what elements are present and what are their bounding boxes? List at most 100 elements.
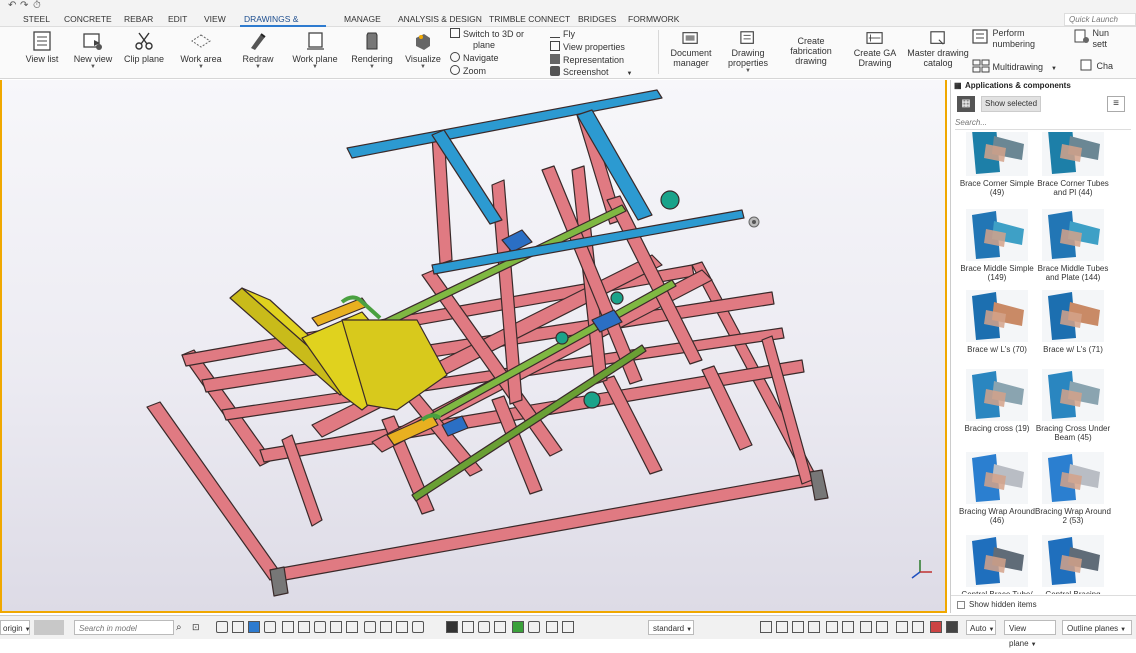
auto-select[interactable]: Auto ▼ — [966, 620, 996, 635]
toolbar-check-link-icon[interactable] — [494, 621, 506, 633]
tab-formwork[interactable]: FORMWORK — [628, 12, 679, 27]
work-plane-button[interactable]: Work plane ▼ — [290, 30, 340, 70]
toolbar-grid-hash-icon[interactable] — [330, 621, 342, 633]
status-sigma-icon[interactable] — [896, 621, 908, 633]
snap-toggle[interactable] — [34, 620, 64, 635]
model-view-3d[interactable] — [0, 80, 947, 613]
component-tile[interactable]: Bracing cross (19) — [959, 369, 1035, 433]
drawing-properties-button[interactable]: Drawing properties ▼ — [724, 30, 772, 74]
component-tile[interactable]: Brace w/ L's (70) — [959, 290, 1035, 354]
status-square-dark2-icon[interactable] — [946, 621, 958, 633]
component-tile[interactable]: Brace Corner Tubes and Pl (44) — [1035, 132, 1111, 197]
show-selected-button[interactable]: Show selected — [981, 96, 1041, 112]
visualize-button[interactable]: Visualize ▼ — [403, 30, 443, 70]
redo-icon[interactable]: ↷ — [20, 0, 28, 12]
title-bar: ↶ ↷ ⏱ — [0, 0, 1136, 12]
status-square-red-icon[interactable] — [930, 621, 942, 633]
origin-select[interactable]: origin ▼ — [0, 620, 31, 635]
fly-button[interactable]: Fly — [550, 28, 575, 40]
checkbox-icon[interactable] — [957, 601, 965, 609]
toolbar-circle-half-icon[interactable] — [314, 621, 326, 633]
status-triangle-2-icon[interactable] — [842, 621, 854, 633]
status-triangle-outline-icon[interactable] — [808, 621, 820, 633]
tab-drawings-reports[interactable]: DRAWINGS & REPORTS — [240, 12, 326, 39]
perform-numbering-button[interactable]: Perform numbering — [972, 28, 1035, 50]
toolbar-ring-icon[interactable] — [478, 621, 490, 633]
status-snap-a-icon[interactable] — [760, 621, 772, 633]
status-cross-icon[interactable] — [826, 621, 838, 633]
toolbar-square-blue-icon[interactable] — [248, 621, 260, 633]
tab-view[interactable]: VIEW — [200, 12, 230, 27]
component-tile[interactable]: Bracing Cross Under Beam (45) — [1035, 369, 1111, 442]
component-tile[interactable]: Brace Middle Tubes and Plate (144) — [1035, 209, 1111, 282]
selection-filter-select[interactable]: standard ▼ — [648, 620, 694, 635]
redraw-button[interactable]: Redraw ▼ — [240, 30, 276, 70]
create-fabrication-drawing-button[interactable]: Create fabrication drawing — [784, 36, 838, 66]
master-drawing-catalog-button[interactable]: Master drawing catalog — [906, 30, 970, 68]
document-manager-button[interactable]: Document manager — [666, 30, 716, 68]
zoom-selection-icon[interactable]: ⊡ — [192, 620, 200, 635]
search-icon[interactable]: ⌕ — [176, 620, 182, 635]
tab-analysis-design[interactable]: ANALYSIS & DESIGN — [398, 12, 482, 27]
zoom-button[interactable]: Zoom — [450, 65, 486, 77]
toolbar-pointer-icon[interactable] — [216, 621, 228, 633]
tab-concrete[interactable]: CONCRETE — [64, 12, 112, 27]
history-icon[interactable]: ⏱ — [33, 0, 41, 12]
toolbar-rotate-icon[interactable] — [346, 621, 358, 633]
component-search-input[interactable]: Search... — [955, 118, 1131, 130]
status-snap-b-icon[interactable] — [776, 621, 788, 633]
rendering-button[interactable]: Rendering ▼ — [350, 30, 394, 70]
component-tile[interactable]: Central Bracing — [1035, 535, 1111, 594]
toolbar-line-icon[interactable] — [298, 621, 310, 633]
toolbar-brush-icon[interactable] — [396, 621, 408, 633]
new-view-button[interactable]: New view ▼ — [72, 30, 114, 70]
toolbar-check-green-icon[interactable] — [512, 621, 524, 633]
toolbar-grid-icon[interactable] — [264, 621, 276, 633]
toolbar-link-icon[interactable] — [562, 621, 574, 633]
tab-bridges[interactable]: BRIDGES — [578, 12, 616, 27]
toolbar-rows-icon[interactable] — [380, 621, 392, 633]
toolbar-lock-link-icon[interactable] — [546, 621, 558, 633]
status-dim-icon[interactable] — [860, 621, 872, 633]
toolbar-square-dark-icon[interactable] — [446, 621, 458, 633]
status-circle-icon[interactable] — [792, 621, 804, 633]
toolbar-grid-small-icon[interactable] — [528, 621, 540, 633]
tile-view-icon[interactable]: ▦ — [957, 96, 975, 112]
component-tile[interactable]: Bracing Wrap Around (46) — [959, 452, 1035, 525]
toolbar-grid-dense-icon[interactable] — [282, 621, 294, 633]
component-tile[interactable]: Central Brace Tube/ — [959, 535, 1035, 594]
toolbar-arc-icon[interactable] — [462, 621, 474, 633]
navigate-button[interactable]: Navigate — [450, 52, 499, 64]
component-tile[interactable]: Brace Middle Simple (149) — [959, 209, 1035, 282]
component-tile[interactable]: Bracing Wrap Around 2 (53) — [1035, 452, 1111, 525]
component-tile[interactable]: Brace Corner Simple (49) — [959, 132, 1035, 197]
tab-edit[interactable]: EDIT — [168, 12, 187, 27]
list-menu-icon[interactable]: ≡ — [1107, 96, 1125, 112]
tab-rebar[interactable]: REBAR — [124, 12, 153, 27]
show-hidden-items-checkbox[interactable]: Show hidden items — [951, 595, 1136, 613]
numbering-settings-button[interactable]: Nun sett — [1074, 28, 1109, 50]
work-area-button[interactable]: Work area ▼ — [178, 30, 224, 70]
component-tile[interactable]: Brace w/ L's (71) — [1035, 290, 1111, 354]
screenshot-button[interactable]: Screenshot ▼ — [550, 66, 632, 78]
view-list-button[interactable]: View list — [24, 30, 60, 64]
toolbar-triangle-icon[interactable] — [232, 621, 244, 633]
view-properties-button[interactable]: View properties — [550, 41, 625, 53]
status-dim-2-icon[interactable] — [876, 621, 888, 633]
change-button[interactable]: Cha — [1080, 59, 1113, 71]
view-plane-select[interactable]: View plane ▼ — [1004, 620, 1056, 648]
representation-button[interactable]: Representation — [550, 54, 624, 66]
toolbar-box-icon[interactable] — [364, 621, 376, 633]
status-arrow-up-icon[interactable] — [912, 621, 924, 633]
clip-plane-button[interactable]: Clip plane — [122, 30, 166, 64]
multidrawing-button[interactable]: Multidrawing ▼ — [972, 59, 1057, 73]
tab-steel[interactable]: STEEL — [23, 12, 50, 27]
outline-planes-select[interactable]: Outline planes ▼ — [1062, 620, 1132, 635]
create-ga-drawing-button[interactable]: Create GA Drawing — [850, 30, 900, 68]
search-in-model-input[interactable]: Search in model — [74, 620, 174, 635]
tab-manage[interactable]: MANAGE — [344, 12, 381, 27]
undo-icon[interactable]: ↶ — [8, 0, 16, 12]
toolbar-brush-2-icon[interactable] — [412, 621, 424, 633]
quick-launch-input[interactable]: Quick Launch — [1064, 13, 1136, 26]
tab-trimble-connect[interactable]: TRIMBLE CONNECT — [489, 12, 570, 27]
